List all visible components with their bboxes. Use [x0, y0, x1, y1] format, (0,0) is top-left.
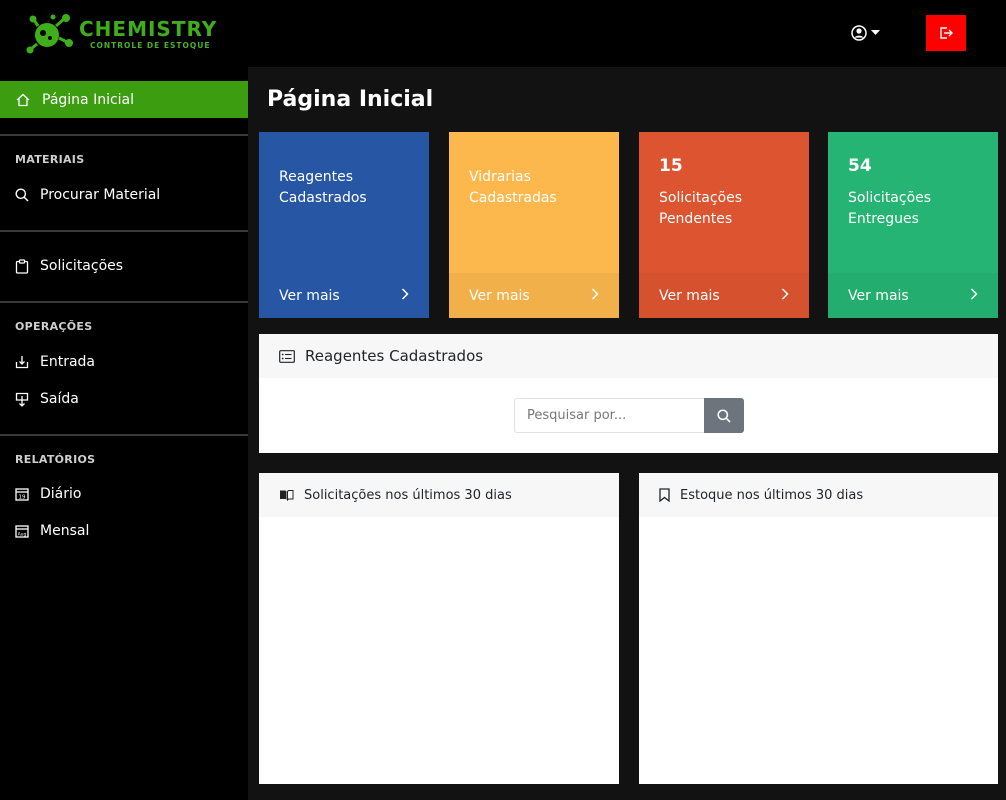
section-title-materiais: MATERIAIS	[15, 153, 85, 166]
sidebar-item-label: Solicitações	[40, 258, 124, 274]
svg-text:19: 19	[19, 495, 26, 501]
sidebar-item-entrada[interactable]: Entrada	[0, 347, 248, 377]
sidebar-item-search-material[interactable]: Procurar Material	[0, 180, 248, 210]
brand-title: CHEMISTRY	[79, 17, 218, 41]
logout-button[interactable]	[926, 15, 966, 51]
card-link-ver-mais[interactable]: Ver mais	[639, 273, 809, 318]
card-link-label: Ver mais	[848, 287, 909, 304]
top-bar: CHEMISTRY CONTROLE DE ESTOQUE	[0, 0, 1006, 67]
search-icon	[15, 188, 29, 202]
card-link-label: Ver mais	[659, 287, 720, 304]
sidebar: Página Inicial MATERIAIS Procurar Materi…	[0, 67, 248, 800]
sidebar-item-daily[interactable]: 19 Diário	[0, 479, 248, 509]
sidebar-item-label: Procurar Material	[40, 187, 161, 203]
stock-chart-panel: Estoque nos últimos 30 dias	[639, 473, 998, 784]
book-icon	[280, 490, 294, 501]
panel-title: Reagentes Cadastrados	[305, 347, 484, 365]
chevron-right-icon	[591, 287, 599, 304]
svg-text:Aug: Aug	[18, 532, 27, 538]
card-label: Reagentes Cadastrados	[279, 169, 367, 206]
sidebar-divider	[0, 230, 248, 232]
sidebar-item-home[interactable]: Página Inicial	[0, 81, 248, 118]
sidebar-item-label: Entrada	[40, 354, 96, 370]
stat-card-reagents: Reagentes Cadastrados Ver mais	[259, 132, 429, 318]
stat-card-pending: 15 Solicitações Pendentes Ver mais	[639, 132, 809, 318]
search-icon	[717, 408, 731, 423]
card-count: 54	[848, 156, 872, 176]
calendar-day-icon: 19	[15, 488, 29, 501]
clipboard-icon	[15, 258, 29, 274]
brand-subtitle: CONTROLE DE ESTOQUE	[90, 41, 211, 50]
search-button[interactable]	[704, 398, 744, 433]
card-link-ver-mais[interactable]: Ver mais	[449, 273, 619, 318]
stat-card-glassware: Vidrarias Cadastradas Ver mais	[449, 132, 619, 318]
logout-icon	[940, 27, 953, 39]
card-label: Solicitações Entregues	[848, 190, 932, 227]
card-link-label: Ver mais	[469, 287, 530, 304]
card-link-label: Ver mais	[279, 287, 340, 304]
panel-header: Estoque nos últimos 30 dias	[639, 473, 998, 517]
home-icon	[16, 93, 30, 106]
caret-down-icon	[871, 30, 880, 35]
sidebar-divider	[0, 301, 248, 303]
sidebar-divider	[0, 134, 248, 136]
sidebar-item-label: Página Inicial	[42, 91, 135, 108]
sidebar-item-requests[interactable]: Solicitações	[0, 251, 248, 281]
search-input[interactable]	[514, 398, 704, 433]
user-circle-icon	[851, 25, 867, 41]
sidebar-item-monthly[interactable]: Aug Mensal	[0, 516, 248, 546]
reagents-panel: Reagentes Cadastrados	[259, 334, 998, 453]
section-title-operacoes: OPERAÇÕES	[15, 320, 93, 333]
sidebar-divider	[0, 434, 248, 436]
sidebar-item-saida[interactable]: Saída	[0, 384, 248, 414]
sidebar-item-label: Diário	[40, 486, 82, 502]
box-arrow-down-icon	[15, 392, 29, 407]
box-arrow-in-icon	[15, 356, 29, 369]
card-label: Vidrarias Cadastradas	[469, 169, 557, 206]
user-menu-button[interactable]	[851, 23, 885, 43]
chevron-right-icon	[401, 287, 409, 304]
chevron-right-icon	[970, 287, 978, 304]
card-link-ver-mais[interactable]: Ver mais	[828, 273, 998, 318]
panel-header: Solicitações nos últimos 30 dias	[259, 473, 619, 517]
molecule-icon	[26, 14, 73, 54]
stat-card-delivered: 54 Solicitações Entregues Ver mais	[828, 132, 998, 318]
calendar-month-icon: Aug	[15, 525, 29, 538]
panel-title: Estoque nos últimos 30 dias	[680, 487, 864, 503]
section-title-relatorios: RELATÓRIOS	[15, 453, 96, 466]
panel-header: Reagentes Cadastrados	[259, 334, 998, 378]
bookmark-icon	[659, 488, 670, 502]
card-list-icon	[279, 349, 295, 363]
requests-chart-panel: Solicitações nos últimos 30 dias	[259, 473, 619, 784]
panel-title: Solicitações nos últimos 30 dias	[304, 487, 512, 503]
sidebar-item-label: Mensal	[40, 523, 90, 539]
card-label: Solicitações Pendentes	[659, 190, 743, 227]
brand-logo[interactable]: CHEMISTRY CONTROLE DE ESTOQUE	[26, 10, 216, 56]
sidebar-item-label: Saída	[40, 391, 79, 407]
card-count: 15	[659, 156, 683, 176]
search-group	[514, 398, 744, 433]
chevron-right-icon	[781, 287, 789, 304]
card-link-ver-mais[interactable]: Ver mais	[259, 273, 429, 318]
page-title: Página Inicial	[267, 87, 434, 112]
